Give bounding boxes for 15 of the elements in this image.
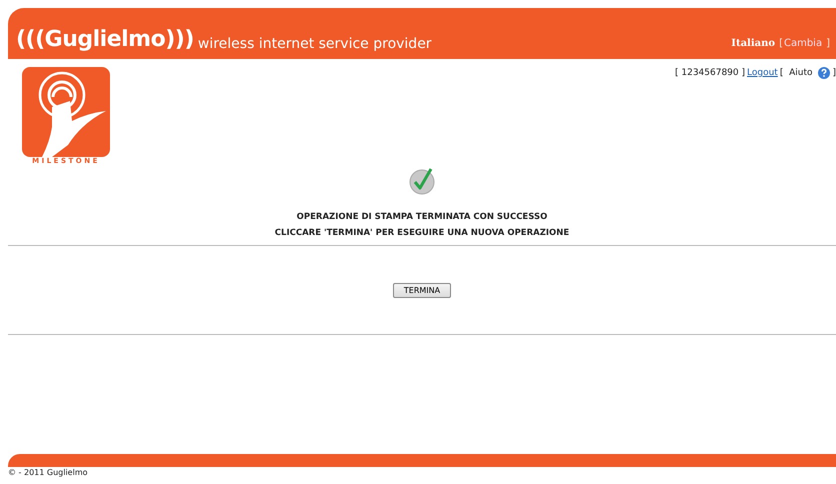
bracket-close: ] [826,38,830,51]
status-message: OPERAZIONE DI STAMPA TERMINATA CON SUCCESSO [296,211,548,224]
success-check-icon [409,167,435,195]
help-label: [ Aiuto [780,68,812,78]
bracket-open: [ [779,38,783,51]
bracket-close: ] [832,68,836,78]
logout-link[interactable]: Logout [747,68,778,78]
status-message: CLICCARE 'TERMINA' PER ESEGUIRE UNA NUOVA OPERAZIONE [274,227,570,240]
brand-logo-text: (((Guglielmo))) [16,26,194,54]
copyright-text: © - 2011 Guglielmo [8,468,88,477]
tagline: wireless internet service provider [198,35,432,54]
language-label: Italiano [731,38,776,51]
finish-button[interactable]: TERMINA [392,282,452,298]
help-icon[interactable] [818,67,830,79]
user-id: [ 1234567890 ] [675,68,746,78]
